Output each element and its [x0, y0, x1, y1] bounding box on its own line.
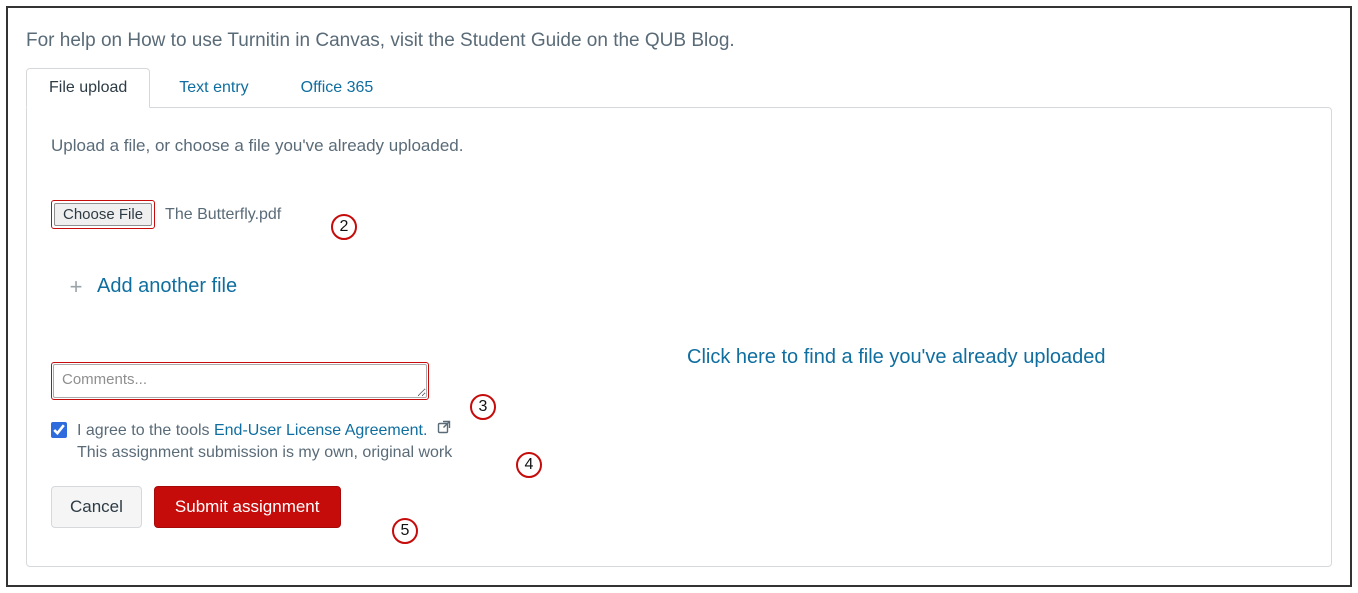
cancel-button[interactable]: Cancel: [51, 486, 142, 528]
annotation-2: 2: [331, 214, 357, 240]
add-another-file-link[interactable]: + Add another file: [65, 275, 237, 298]
add-another-file-label: Add another file: [97, 275, 237, 298]
external-link-icon: [436, 419, 452, 435]
eula-text-row: I agree to the tools End-User License Ag…: [77, 419, 452, 440]
annotation-3: 3: [470, 394, 496, 420]
choose-file-button[interactable]: Choose File: [54, 203, 152, 226]
file-chooser-row: Choose File The Butterfly.pdf: [51, 200, 1307, 229]
annotation-4: 4: [516, 452, 542, 478]
upload-instruction: Upload a file, or choose a file you've a…: [51, 136, 1307, 156]
submission-tabs: File upload Text entry Office 365: [26, 68, 1332, 108]
assignment-submission-frame: For help on How to use Turnitin in Canva…: [6, 6, 1352, 587]
originality-note: This assignment submission is my own, or…: [77, 444, 1307, 462]
eula-prefix-text: I agree to the tools: [77, 422, 214, 439]
file-upload-panel: Upload a file, or choose a file you've a…: [26, 107, 1332, 567]
find-existing-file-link[interactable]: Click here to find a file you've already…: [687, 346, 1106, 369]
tab-text-entry[interactable]: Text entry: [156, 68, 271, 108]
submit-assignment-button[interactable]: Submit assignment: [154, 486, 341, 528]
comments-input[interactable]: [53, 364, 427, 398]
tab-file-upload[interactable]: File upload: [26, 68, 150, 108]
choose-file-highlight: Choose File: [51, 200, 155, 229]
help-text: For help on How to use Turnitin in Canva…: [26, 30, 1332, 52]
eula-agree-row: I agree to the tools End-User License Ag…: [51, 419, 1307, 440]
eula-link[interactable]: End-User License Agreement.: [214, 422, 427, 439]
eula-checkbox[interactable]: [51, 422, 67, 438]
action-buttons: Cancel Submit assignment: [51, 486, 1307, 528]
annotation-5: 5: [392, 518, 418, 544]
eula-agreement-block: I agree to the tools End-User License Ag…: [51, 419, 1307, 462]
plus-icon: +: [65, 276, 87, 298]
comments-highlight: [51, 362, 429, 400]
tab-office-365[interactable]: Office 365: [278, 68, 397, 108]
selected-file-name: The Butterfly.pdf: [165, 206, 281, 224]
